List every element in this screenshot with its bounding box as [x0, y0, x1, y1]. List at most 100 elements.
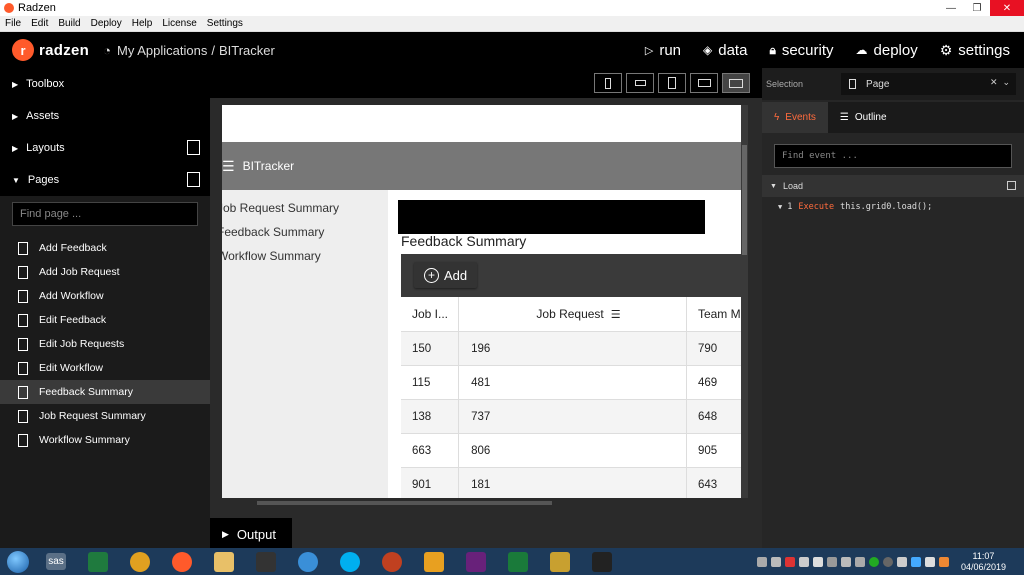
- tray-icon[interactable]: [756, 556, 767, 567]
- selection-dropdown[interactable]: Page ✕ ⌄: [841, 73, 1017, 95]
- tray-icon[interactable]: [854, 556, 865, 567]
- add-button[interactable]: + Add: [414, 262, 478, 288]
- clear-and-chevron-icon[interactable]: ✕ ⌄: [990, 77, 1010, 88]
- breadcrumb-my-applications[interactable]: My Applications: [117, 43, 207, 58]
- pages-section[interactable]: ▼ Pages: [0, 164, 210, 196]
- tray-icon[interactable]: [798, 556, 809, 567]
- edit-icon[interactable]: [1007, 181, 1016, 190]
- output-tab[interactable]: ▶ Output: [210, 520, 292, 548]
- minimize-icon[interactable]: —: [938, 0, 964, 16]
- settings-button[interactable]: ⚙ settings: [940, 42, 1010, 59]
- device-desktop-button[interactable]: [722, 73, 750, 93]
- column-header-team-member[interactable]: Team M: [687, 297, 741, 331]
- menu-help[interactable]: Help: [127, 18, 158, 29]
- column-header-job-request[interactable]: Job Request ☰: [459, 297, 687, 331]
- page-item-edit-feedback[interactable]: Edit Feedback: [0, 308, 210, 332]
- tray-icon[interactable]: [826, 556, 837, 567]
- deploy-button[interactable]: ☁ deploy: [856, 42, 918, 59]
- tray-icon[interactable]: [770, 556, 781, 567]
- hamburger-menu-icon[interactable]: ☰: [222, 158, 235, 175]
- event-action-row[interactable]: ▼ 1 Execute this.grid0.load();: [762, 197, 1024, 217]
- taskbar-ie[interactable]: [288, 549, 328, 574]
- run-button[interactable]: ▷ run: [645, 42, 681, 59]
- device-tablet-portrait-button[interactable]: [658, 73, 686, 93]
- event-load-header[interactable]: ▼ Load: [762, 175, 1024, 197]
- taskbar-powerbi[interactable]: [582, 549, 622, 574]
- table-row[interactable]: 150 196 790: [401, 332, 741, 366]
- page-preview[interactable]: ☰ BITracker Job Request Summary Feedback…: [222, 105, 741, 498]
- find-event-input[interactable]: Find event ...: [774, 144, 1012, 168]
- add-layout-icon[interactable]: [187, 140, 200, 155]
- tray-icon[interactable]: [910, 556, 921, 567]
- taskbar-explorer[interactable]: [204, 549, 244, 574]
- menu-file[interactable]: File: [0, 18, 26, 29]
- data-button[interactable]: ◈ data: [703, 42, 747, 59]
- tray-icon[interactable]: [784, 556, 795, 567]
- find-page-input[interactable]: Find page ...: [12, 202, 198, 226]
- page-item-add-job-request[interactable]: Add Job Request: [0, 260, 210, 284]
- canvas-horizontal-scrollbar[interactable]: [222, 500, 741, 506]
- page-item-edit-job-requests[interactable]: Edit Job Requests: [0, 332, 210, 356]
- data-grid[interactable]: Job I... Job Request ☰ Team M 150 196 790…: [401, 297, 741, 498]
- table-row[interactable]: 115 481 469: [401, 366, 741, 400]
- preview-nav-job-request-summary[interactable]: Job Request Summary: [222, 196, 388, 220]
- page-item-label: Workflow Summary: [39, 434, 130, 446]
- table-row[interactable]: 663 806 905: [401, 434, 741, 468]
- taskbar-app2[interactable]: [498, 549, 538, 574]
- tray-icon[interactable]: [924, 556, 935, 567]
- tray-icon[interactable]: [840, 556, 851, 567]
- phone-landscape-icon: [634, 80, 646, 86]
- page-item-add-workflow[interactable]: Add Workflow: [0, 284, 210, 308]
- menu-edit[interactable]: Edit: [26, 18, 53, 29]
- taskbar-clock[interactable]: 11:07 04/06/2019: [961, 551, 1006, 573]
- device-phone-landscape-button[interactable]: [626, 73, 654, 93]
- tab-outline[interactable]: ☰ Outline: [827, 102, 1024, 133]
- page-item-add-feedback[interactable]: Add Feedback: [0, 236, 210, 260]
- taskbar-terminal[interactable]: [246, 549, 286, 574]
- table-row[interactable]: 138 737 648: [401, 400, 741, 434]
- preview-nav-workflow-summary[interactable]: Workflow Summary: [222, 244, 388, 268]
- device-laptop-button[interactable]: [690, 73, 718, 93]
- page-item-edit-workflow[interactable]: Edit Workflow: [0, 356, 210, 380]
- tray-icon[interactable]: [938, 556, 949, 567]
- preview-header[interactable]: ☰ BITracker: [222, 142, 741, 190]
- assets-section[interactable]: ▶ Assets: [0, 100, 210, 132]
- taskbar-excel[interactable]: [78, 549, 118, 574]
- taskbar-outlook[interactable]: [414, 549, 454, 574]
- add-circle-icon: +: [424, 267, 439, 283]
- page-item-job-request-summary[interactable]: Job Request Summary: [0, 404, 210, 428]
- layouts-section[interactable]: ▶ Layouts: [0, 132, 210, 164]
- sort-icon[interactable]: ☰: [611, 308, 621, 321]
- taskbar-skype[interactable]: [330, 549, 370, 574]
- taskbar-db[interactable]: [540, 549, 580, 574]
- preview-nav-feedback-summary[interactable]: Feedback Summary: [222, 220, 388, 244]
- scrollbar-thumb[interactable]: [257, 501, 552, 505]
- canvas-vertical-scrollbar[interactable]: [741, 105, 748, 498]
- tray-icon[interactable]: [896, 556, 907, 567]
- taskbar-visual-studio[interactable]: [456, 549, 496, 574]
- taskbar-chrome[interactable]: [120, 549, 160, 574]
- menu-deploy[interactable]: Deploy: [86, 18, 127, 29]
- scrollbar-thumb[interactable]: [742, 145, 747, 255]
- network-icon[interactable]: [812, 556, 823, 567]
- menu-license[interactable]: License: [157, 18, 201, 29]
- taskbar-app[interactable]: [372, 549, 412, 574]
- tab-events[interactable]: ϟ Events: [762, 102, 828, 133]
- device-phone-portrait-button[interactable]: [594, 73, 622, 93]
- tray-icon[interactable]: [868, 556, 879, 567]
- add-page-icon[interactable]: [187, 172, 200, 187]
- maximize-icon[interactable]: ❐: [964, 0, 990, 16]
- security-button[interactable]: 🔒︎ security: [769, 42, 833, 59]
- taskbar-radzen[interactable]: [162, 549, 202, 574]
- taskbar-sas[interactable]: sas: [36, 549, 76, 574]
- toolbox-section[interactable]: ▶ Toolbox: [0, 68, 210, 100]
- menu-build[interactable]: Build: [53, 18, 85, 29]
- tray-icon[interactable]: [882, 556, 893, 567]
- page-item-workflow-summary[interactable]: Workflow Summary: [0, 428, 210, 452]
- table-row[interactable]: 901 181 643: [401, 468, 741, 498]
- page-item-feedback-summary[interactable]: Feedback Summary: [0, 380, 210, 404]
- column-header-job-id[interactable]: Job I...: [401, 297, 460, 331]
- menu-settings[interactable]: Settings: [202, 18, 248, 29]
- start-button[interactable]: [0, 548, 36, 575]
- close-icon[interactable]: ✕: [990, 0, 1024, 16]
